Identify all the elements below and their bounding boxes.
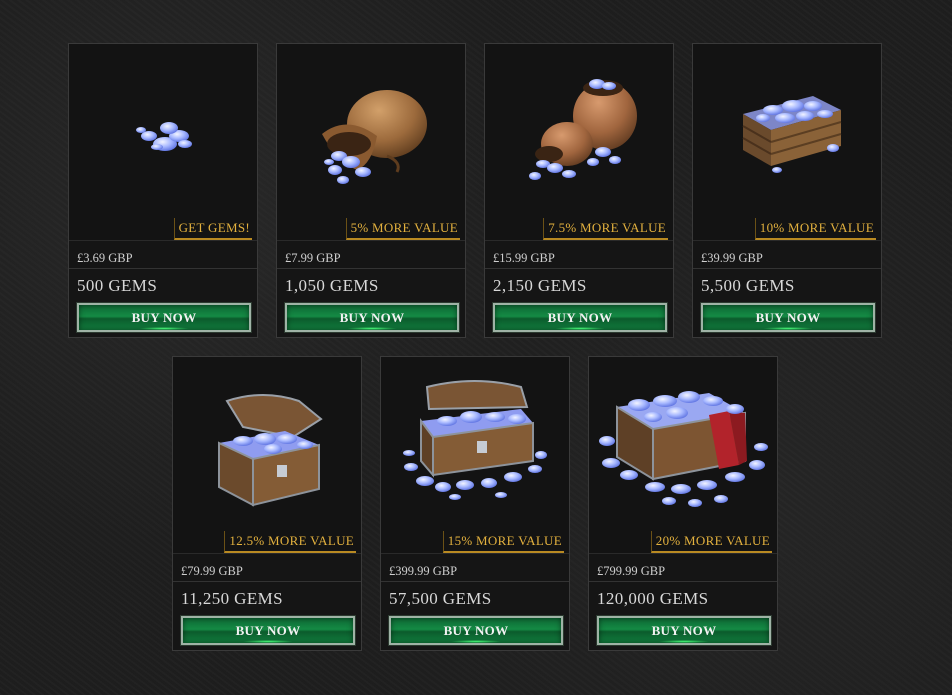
buy-now-button[interactable]: BUY NOW	[596, 615, 772, 646]
buy-now-button[interactable]: BUY NOW	[180, 615, 356, 646]
price-label: £15.99 GBP	[485, 247, 673, 269]
offer-card-2150: 7.5% MORE VALUE £15.99 GBP 2,150 GEMS BU…	[484, 43, 674, 338]
offer-card-120000: 20% MORE VALUE £799.99 GBP 120,000 GEMS …	[588, 356, 778, 651]
price-label: £79.99 GBP	[173, 560, 361, 582]
offer-image	[589, 357, 777, 554]
offer-image	[693, 44, 881, 241]
value-badge: 15% MORE VALUE	[442, 531, 564, 553]
value-badge: 20% MORE VALUE	[650, 531, 772, 553]
value-badge: 10% MORE VALUE	[754, 218, 876, 240]
two-gem-sacks-icon	[529, 79, 637, 180]
gem-amount: 57,500 GEMS	[389, 589, 492, 608]
buy-now-button[interactable]: BUY NOW	[284, 302, 460, 333]
small-gem-pile-icon	[136, 122, 192, 151]
price-label: £7.99 GBP	[277, 247, 465, 269]
offer-image	[381, 357, 569, 554]
price-label: £3.69 GBP	[69, 247, 257, 269]
buy-now-button[interactable]: BUY NOW	[492, 302, 668, 333]
large-gem-chest-icon	[403, 380, 547, 500]
offer-card-11250: 12.5% MORE VALUE £79.99 GBP 11,250 GEMS …	[172, 356, 362, 651]
gem-sack-icon	[322, 90, 427, 184]
gem-store: { "offers": [ {"badge":"GET GEMS!","pric…	[0, 0, 952, 695]
offer-card-57500: 15% MORE VALUE £399.99 GBP 57,500 GEMS B…	[380, 356, 570, 651]
offer-image	[173, 357, 361, 554]
value-badge: GET GEMS!	[173, 218, 252, 240]
gem-amount: 2,150 GEMS	[493, 276, 587, 295]
price-label: £399.99 GBP	[381, 560, 569, 582]
offer-image	[69, 44, 257, 241]
buy-now-button[interactable]: BUY NOW	[700, 302, 876, 333]
gem-crate-icon	[742, 96, 842, 173]
gem-hoard-icon	[599, 391, 768, 507]
gem-amount: 120,000 GEMS	[597, 589, 709, 608]
price-label: £39.99 GBP	[693, 247, 881, 269]
value-badge: 12.5% MORE VALUE	[224, 531, 356, 553]
gem-amount: 11,250 GEMS	[181, 589, 284, 608]
gem-amount: 5,500 GEMS	[701, 276, 795, 295]
offer-card-5500: 10% MORE VALUE £39.99 GBP 5,500 GEMS BUY…	[692, 43, 882, 338]
gem-chest-icon	[218, 394, 323, 507]
buy-now-button[interactable]: BUY NOW	[76, 302, 252, 333]
value-badge: 5% MORE VALUE	[345, 218, 460, 240]
offer-card-500: GET GEMS! £3.69 GBP 500 GEMS BUY NOW	[68, 43, 258, 338]
offer-card-1050: 5% MORE VALUE £7.99 GBP 1,050 GEMS BUY N…	[276, 43, 466, 338]
price-label: £799.99 GBP	[589, 560, 777, 582]
gem-amount: 500 GEMS	[77, 276, 158, 295]
offer-image	[485, 44, 673, 241]
value-badge: 7.5% MORE VALUE	[543, 218, 668, 240]
offer-image	[277, 44, 465, 241]
gem-amount: 1,050 GEMS	[285, 276, 379, 295]
buy-now-button[interactable]: BUY NOW	[388, 615, 564, 646]
